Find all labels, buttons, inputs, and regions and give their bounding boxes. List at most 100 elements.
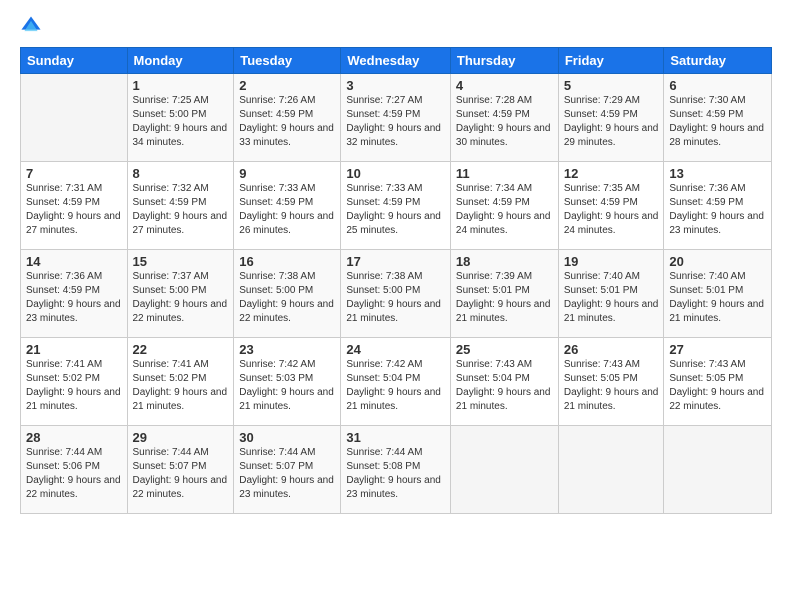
day-number: 2	[239, 78, 335, 93]
logo-icon	[20, 15, 42, 37]
day-info: Sunrise: 7:44 AMSunset: 5:08 PMDaylight:…	[346, 446, 445, 502]
day-info: Sunrise: 7:27 AMSunset: 4:59 PMDaylight:…	[346, 94, 445, 150]
calendar-cell: 26Sunrise: 7:43 AMSunset: 5:05 PMDayligh…	[558, 338, 664, 426]
day-number: 6	[669, 78, 766, 93]
day-info: Sunrise: 7:39 AMSunset: 5:01 PMDaylight:…	[456, 270, 553, 326]
calendar-week-row: 7Sunrise: 7:31 AMSunset: 4:59 PMDaylight…	[21, 162, 772, 250]
header	[20, 15, 772, 37]
day-info: Sunrise: 7:31 AMSunset: 4:59 PMDaylight:…	[26, 182, 122, 238]
calendar-cell: 29Sunrise: 7:44 AMSunset: 5:07 PMDayligh…	[127, 426, 234, 514]
calendar-week-row: 1Sunrise: 7:25 AMSunset: 5:00 PMDaylight…	[21, 74, 772, 162]
calendar-cell: 30Sunrise: 7:44 AMSunset: 5:07 PMDayligh…	[234, 426, 341, 514]
day-number: 8	[133, 166, 229, 181]
day-info: Sunrise: 7:43 AMSunset: 5:04 PMDaylight:…	[456, 358, 553, 414]
day-info: Sunrise: 7:44 AMSunset: 5:06 PMDaylight:…	[26, 446, 122, 502]
calendar-cell: 31Sunrise: 7:44 AMSunset: 5:08 PMDayligh…	[341, 426, 451, 514]
calendar-table: SundayMondayTuesdayWednesdayThursdayFrid…	[20, 47, 772, 514]
day-number: 30	[239, 430, 335, 445]
calendar-cell: 27Sunrise: 7:43 AMSunset: 5:05 PMDayligh…	[664, 338, 772, 426]
calendar-cell: 20Sunrise: 7:40 AMSunset: 5:01 PMDayligh…	[664, 250, 772, 338]
day-number: 26	[564, 342, 659, 357]
calendar-cell: 4Sunrise: 7:28 AMSunset: 4:59 PMDaylight…	[450, 74, 558, 162]
day-number: 20	[669, 254, 766, 269]
calendar-header-row: SundayMondayTuesdayWednesdayThursdayFrid…	[21, 48, 772, 74]
calendar-cell: 17Sunrise: 7:38 AMSunset: 5:00 PMDayligh…	[341, 250, 451, 338]
day-number: 9	[239, 166, 335, 181]
day-number: 29	[133, 430, 229, 445]
calendar-cell: 8Sunrise: 7:32 AMSunset: 4:59 PMDaylight…	[127, 162, 234, 250]
day-number: 23	[239, 342, 335, 357]
day-info: Sunrise: 7:42 AMSunset: 5:03 PMDaylight:…	[239, 358, 335, 414]
day-number: 22	[133, 342, 229, 357]
col-header-monday: Monday	[127, 48, 234, 74]
day-number: 15	[133, 254, 229, 269]
col-header-tuesday: Tuesday	[234, 48, 341, 74]
day-number: 24	[346, 342, 445, 357]
day-number: 7	[26, 166, 122, 181]
day-info: Sunrise: 7:38 AMSunset: 5:00 PMDaylight:…	[346, 270, 445, 326]
day-info: Sunrise: 7:30 AMSunset: 4:59 PMDaylight:…	[669, 94, 766, 150]
calendar-cell: 21Sunrise: 7:41 AMSunset: 5:02 PMDayligh…	[21, 338, 128, 426]
day-info: Sunrise: 7:44 AMSunset: 5:07 PMDaylight:…	[133, 446, 229, 502]
day-info: Sunrise: 7:38 AMSunset: 5:00 PMDaylight:…	[239, 270, 335, 326]
calendar-week-row: 21 Sunrise: 7:41 AMSunset: 5:02 PMDayligh…	[21, 338, 772, 426]
day-number: 21	[26, 342, 122, 357]
calendar-week-row: 14Sunrise: 7:36 AMSunset: 4:59 PMDayligh…	[21, 250, 772, 338]
day-info: Sunrise: 7:40 AMSunset: 5:01 PMDaylight:…	[564, 270, 659, 326]
day-number: 11	[456, 166, 553, 181]
day-number: 5	[564, 78, 659, 93]
calendar-cell: 3Sunrise: 7:27 AMSunset: 4:59 PMDaylight…	[341, 74, 451, 162]
day-info: Sunrise: 7:43 AMSunset: 5:05 PMDaylight:…	[564, 358, 659, 414]
calendar-week-row: 28Sunrise: 7:44 AMSunset: 5:06 PMDayligh…	[21, 426, 772, 514]
calendar-cell: 24Sunrise: 7:42 AMSunset: 5:04 PMDayligh…	[341, 338, 451, 426]
calendar-cell: 16Sunrise: 7:38 AMSunset: 5:00 PMDayligh…	[234, 250, 341, 338]
calendar-cell: 18Sunrise: 7:39 AMSunset: 5:01 PMDayligh…	[450, 250, 558, 338]
page: SundayMondayTuesdayWednesdayThursdayFrid…	[0, 0, 792, 612]
day-info: Sunrise: 7:35 AMSunset: 4:59 PMDaylight:…	[564, 182, 659, 238]
calendar-cell: 11Sunrise: 7:34 AMSunset: 4:59 PMDayligh…	[450, 162, 558, 250]
day-number: 31	[346, 430, 445, 445]
day-number: 28	[26, 430, 122, 445]
calendar-cell: 2Sunrise: 7:26 AMSunset: 4:59 PMDaylight…	[234, 74, 341, 162]
calendar-cell: 13Sunrise: 7:36 AMSunset: 4:59 PMDayligh…	[664, 162, 772, 250]
day-number: 4	[456, 78, 553, 93]
calendar-cell: 6Sunrise: 7:30 AMSunset: 4:59 PMDaylight…	[664, 74, 772, 162]
calendar-cell: 23Sunrise: 7:42 AMSunset: 5:03 PMDayligh…	[234, 338, 341, 426]
calendar-cell: 28Sunrise: 7:44 AMSunset: 5:06 PMDayligh…	[21, 426, 128, 514]
calendar-cell	[21, 74, 128, 162]
day-info: Sunrise: 7:29 AMSunset: 4:59 PMDaylight:…	[564, 94, 659, 150]
day-info: Sunrise: 7:40 AMSunset: 5:01 PMDaylight:…	[669, 270, 766, 326]
day-info: Sunrise: 7:36 AMSunset: 4:59 PMDaylight:…	[669, 182, 766, 238]
col-header-wednesday: Wednesday	[341, 48, 451, 74]
calendar-cell: 19Sunrise: 7:40 AMSunset: 5:01 PMDayligh…	[558, 250, 664, 338]
calendar-cell	[450, 426, 558, 514]
calendar-cell: 7Sunrise: 7:31 AMSunset: 4:59 PMDaylight…	[21, 162, 128, 250]
day-info: Sunrise: 7:42 AMSunset: 5:04 PMDaylight:…	[346, 358, 445, 414]
day-number: 13	[669, 166, 766, 181]
day-number: 1	[133, 78, 229, 93]
day-number: 18	[456, 254, 553, 269]
day-number: 25	[456, 342, 553, 357]
day-info: Sunrise: 7:34 AMSunset: 4:59 PMDaylight:…	[456, 182, 553, 238]
col-header-sunday: Sunday	[21, 48, 128, 74]
day-info: Sunrise: 7:44 AMSunset: 5:07 PMDaylight:…	[239, 446, 335, 502]
day-number: 27	[669, 342, 766, 357]
calendar-cell: 15Sunrise: 7:37 AMSunset: 5:00 PMDayligh…	[127, 250, 234, 338]
calendar-cell	[558, 426, 664, 514]
day-info: Sunrise: 7:28 AMSunset: 4:59 PMDaylight:…	[456, 94, 553, 150]
logo	[20, 15, 46, 37]
calendar-cell: 22Sunrise: 7:41 AMSunset: 5:02 PMDayligh…	[127, 338, 234, 426]
day-info: Sunrise: 7:26 AMSunset: 4:59 PMDaylight:…	[239, 94, 335, 150]
day-number: 14	[26, 254, 122, 269]
col-header-friday: Friday	[558, 48, 664, 74]
calendar-cell: 12Sunrise: 7:35 AMSunset: 4:59 PMDayligh…	[558, 162, 664, 250]
day-info: Sunrise: 7:25 AMSunset: 5:00 PMDaylight:…	[133, 94, 229, 150]
calendar-cell: 9Sunrise: 7:33 AMSunset: 4:59 PMDaylight…	[234, 162, 341, 250]
calendar-cell: 1Sunrise: 7:25 AMSunset: 5:00 PMDaylight…	[127, 74, 234, 162]
day-number: 3	[346, 78, 445, 93]
day-info: Sunrise: 7:32 AMSunset: 4:59 PMDaylight:…	[133, 182, 229, 238]
calendar-cell	[664, 426, 772, 514]
day-info: Sunrise: 7:41 AMSunset: 5:02 PMDaylight:…	[133, 358, 229, 414]
day-number: 10	[346, 166, 445, 181]
day-info: Sunrise: 7:36 AMSunset: 4:59 PMDaylight:…	[26, 270, 122, 326]
